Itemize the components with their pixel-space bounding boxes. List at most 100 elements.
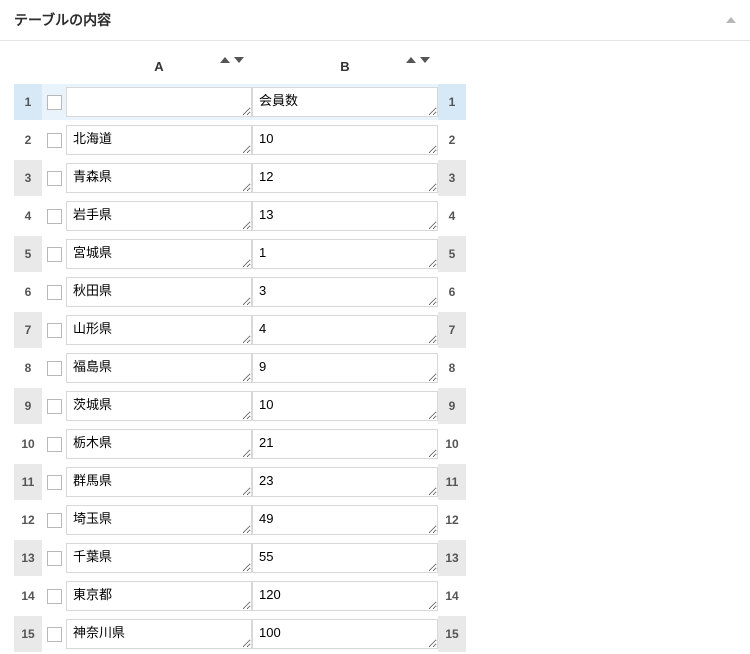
- cell-b-input[interactable]: [252, 505, 438, 535]
- cell-a-input[interactable]: [66, 163, 252, 193]
- row-checkbox[interactable]: [47, 475, 62, 490]
- row-checkbox-cell: [42, 350, 66, 386]
- row-number-left[interactable]: 15: [14, 616, 42, 652]
- row-checkbox[interactable]: [47, 589, 62, 604]
- row-checkbox[interactable]: [47, 285, 62, 300]
- cell-a-input[interactable]: [66, 543, 252, 573]
- row-checkbox[interactable]: [47, 437, 62, 452]
- cell-b: [252, 236, 438, 272]
- row-number-right[interactable]: 11: [438, 464, 466, 500]
- row-checkbox[interactable]: [47, 209, 62, 224]
- cell-a-input[interactable]: [66, 315, 252, 345]
- cell-b-input[interactable]: [252, 277, 438, 307]
- row-checkbox-cell: [42, 160, 66, 196]
- row-number-right[interactable]: 13: [438, 540, 466, 576]
- cell-b-input[interactable]: [252, 163, 438, 193]
- row-number-left[interactable]: 9: [14, 388, 42, 424]
- row-number-left[interactable]: 1: [14, 84, 42, 120]
- cell-b-input[interactable]: [252, 581, 438, 611]
- row-checkbox[interactable]: [47, 627, 62, 642]
- row-number-right[interactable]: 3: [438, 160, 466, 196]
- row-number-left[interactable]: 10: [14, 426, 42, 462]
- cell-b-input[interactable]: [252, 353, 438, 383]
- collapse-toggle-icon[interactable]: [726, 17, 736, 23]
- cell-a: [66, 616, 252, 652]
- cell-b: [252, 464, 438, 500]
- row-number-right[interactable]: 7: [438, 312, 466, 348]
- row-checkbox[interactable]: [47, 171, 62, 186]
- row-number-right[interactable]: 15: [438, 616, 466, 652]
- table-row: 88: [14, 350, 466, 386]
- row-number-right[interactable]: 2: [438, 122, 466, 158]
- cell-a-input[interactable]: [66, 429, 252, 459]
- row-number-left[interactable]: 12: [14, 502, 42, 538]
- cell-b-input[interactable]: [252, 315, 438, 345]
- row-checkbox[interactable]: [47, 399, 62, 414]
- cell-b: [252, 502, 438, 538]
- table-row: 44: [14, 198, 466, 234]
- row-number-right[interactable]: 8: [438, 350, 466, 386]
- cell-b: [252, 616, 438, 652]
- cell-a-input[interactable]: [66, 353, 252, 383]
- table-row: 55: [14, 236, 466, 272]
- row-checkbox[interactable]: [47, 95, 62, 110]
- row-checkbox[interactable]: [47, 551, 62, 566]
- sort-asc-a-icon[interactable]: [220, 57, 230, 63]
- row-number-left[interactable]: 2: [14, 122, 42, 158]
- row-number-left[interactable]: 4: [14, 198, 42, 234]
- row-number-right[interactable]: 4: [438, 198, 466, 234]
- cell-a-input[interactable]: [66, 277, 252, 307]
- cell-a-input[interactable]: [66, 619, 252, 649]
- cell-b-input[interactable]: [252, 87, 438, 117]
- row-number-left[interactable]: 11: [14, 464, 42, 500]
- table-row: 13 13: [14, 540, 466, 576]
- column-header-b[interactable]: B: [252, 55, 438, 82]
- column-header-a[interactable]: A: [66, 55, 252, 82]
- row-number-left[interactable]: 8: [14, 350, 42, 386]
- cell-b-input[interactable]: [252, 391, 438, 421]
- cell-b-input[interactable]: [252, 125, 438, 155]
- cell-a-input[interactable]: [66, 581, 252, 611]
- data-table: A B 112233445566778899101011111212131314…: [14, 53, 466, 654]
- row-number-left[interactable]: 14: [14, 578, 42, 614]
- row-checkbox[interactable]: [47, 133, 62, 148]
- sort-desc-a-icon[interactable]: [234, 57, 244, 63]
- table-row: 11: [14, 84, 466, 120]
- cell-b-input[interactable]: [252, 201, 438, 231]
- cell-a-input[interactable]: [66, 239, 252, 269]
- row-number-right[interactable]: 9: [438, 388, 466, 424]
- row-number-right[interactable]: 14: [438, 578, 466, 614]
- cell-b-input[interactable]: [252, 619, 438, 649]
- row-checkbox[interactable]: [47, 247, 62, 262]
- row-number-right[interactable]: 6: [438, 274, 466, 310]
- cell-b-input[interactable]: [252, 467, 438, 497]
- sort-desc-b-icon[interactable]: [420, 57, 430, 63]
- cell-a-input[interactable]: [66, 125, 252, 155]
- cell-a-input[interactable]: [66, 87, 252, 117]
- row-number-right[interactable]: 12: [438, 502, 466, 538]
- row-number-right[interactable]: 1: [438, 84, 466, 120]
- column-header-a-label: A: [154, 59, 163, 74]
- cell-a-input[interactable]: [66, 467, 252, 497]
- row-number-left[interactable]: 13: [14, 540, 42, 576]
- row-checkbox[interactable]: [47, 361, 62, 376]
- cell-b-input[interactable]: [252, 543, 438, 573]
- row-number-right[interactable]: 5: [438, 236, 466, 272]
- row-checkbox[interactable]: [47, 323, 62, 338]
- cell-a-input[interactable]: [66, 505, 252, 535]
- row-checkbox-cell: [42, 578, 66, 614]
- table-wrap: A B 112233445566778899101011111212131314…: [0, 41, 750, 654]
- cell-a-input[interactable]: [66, 391, 252, 421]
- table-row: 66: [14, 274, 466, 310]
- row-number-left[interactable]: 7: [14, 312, 42, 348]
- cell-b-input[interactable]: [252, 239, 438, 269]
- row-number-right[interactable]: 10: [438, 426, 466, 462]
- row-checkbox[interactable]: [47, 513, 62, 528]
- cell-b-input[interactable]: [252, 429, 438, 459]
- row-number-left[interactable]: 3: [14, 160, 42, 196]
- cell-a-input[interactable]: [66, 201, 252, 231]
- cell-a: [66, 426, 252, 462]
- row-number-left[interactable]: 5: [14, 236, 42, 272]
- row-number-left[interactable]: 6: [14, 274, 42, 310]
- sort-asc-b-icon[interactable]: [406, 57, 416, 63]
